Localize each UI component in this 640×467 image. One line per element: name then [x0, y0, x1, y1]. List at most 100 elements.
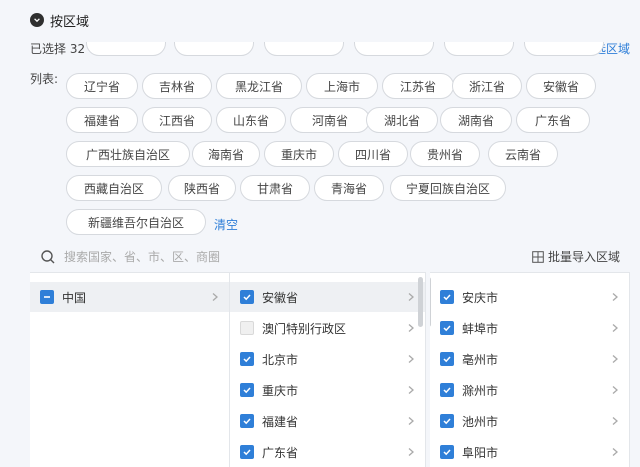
region-chip[interactable]: 新疆维吾尔自治区	[66, 209, 206, 235]
checkbox-checked[interactable]	[440, 414, 454, 428]
city-row[interactable]: 阜阳市	[430, 437, 629, 467]
region-chip[interactable]: 广西壮族自治区	[66, 141, 190, 167]
checkbox-checked[interactable]	[440, 445, 454, 459]
city-row[interactable]: 滁州市	[430, 375, 629, 405]
region-chip[interactable]: 海南省	[192, 141, 260, 167]
province-row[interactable]: 澳门特别行政区	[230, 313, 425, 343]
region-chip[interactable]: 湖南省	[440, 107, 512, 133]
region-chip[interactable]: 青海省	[314, 175, 384, 201]
chevron-right-icon	[408, 386, 414, 394]
region-chip[interactable]: 江西省	[142, 107, 212, 133]
province-row[interactable]: 广东省	[230, 437, 425, 467]
region-chip-hidden	[264, 42, 344, 56]
region-chip[interactable]: 上海市	[306, 73, 378, 99]
chevron-right-icon	[212, 293, 218, 301]
city-label: 池州市	[462, 414, 499, 429]
city-row[interactable]: 池州市	[430, 406, 629, 436]
province-label: 广东省	[262, 445, 299, 460]
province-label: 福建省	[262, 414, 299, 429]
province-label: 重庆市	[262, 383, 299, 398]
city-row[interactable]: 安庆市	[430, 282, 629, 312]
chevron-right-icon	[408, 355, 414, 363]
chevron-down-icon[interactable]	[30, 13, 44, 27]
province-label: 北京市	[262, 352, 299, 367]
region-chip-hidden	[86, 42, 166, 56]
chevron-right-icon	[408, 448, 414, 456]
batch-import-label: 批量导入区域	[547, 250, 620, 264]
city-label: 蚌埠市	[462, 321, 499, 336]
city-label: 安庆市	[462, 290, 499, 305]
province-row[interactable]: 北京市	[230, 344, 425, 374]
checkbox-checked[interactable]	[440, 383, 454, 397]
search-icon	[41, 250, 55, 264]
region-chip[interactable]: 江苏省	[382, 73, 454, 99]
region-chip[interactable]: 四川省	[338, 141, 408, 167]
checkbox-checked[interactable]	[440, 321, 454, 335]
search-input[interactable]	[64, 250, 404, 264]
chevron-right-icon	[408, 324, 414, 332]
batch-import-button[interactable]: 批量导入区域	[532, 248, 620, 265]
region-chip[interactable]: 宁夏回族自治区	[390, 175, 506, 201]
chevron-right-icon	[612, 355, 618, 363]
city-label: 亳州市	[462, 352, 499, 367]
region-chip[interactable]: 辽宁省	[66, 73, 138, 99]
region-chip[interactable]: 西藏自治区	[66, 175, 162, 201]
chevron-right-icon	[408, 293, 414, 301]
grid-icon	[532, 250, 544, 263]
region-chip[interactable]: 陕西省	[168, 175, 236, 201]
chevron-right-icon	[612, 324, 618, 332]
province-row[interactable]: 重庆市	[230, 375, 425, 405]
region-chip-hidden	[444, 42, 514, 56]
city-scrollbar[interactable]	[430, 277, 431, 327]
section-title: 按区域	[50, 14, 90, 30]
checkbox-checked[interactable]	[240, 352, 254, 366]
country-label: 中国	[62, 290, 87, 305]
region-chip[interactable]: 福建省	[66, 107, 138, 133]
city-label: 阜阳市	[462, 445, 499, 460]
region-chip[interactable]: 重庆市	[264, 141, 334, 167]
checkbox-indeterminate[interactable]	[40, 290, 54, 304]
selected-region-chips: 辽宁省 吉林省 黑龙江省 上海市 江苏省 浙江省 安徽省 福建省 江西省 山东省…	[64, 42, 640, 238]
city-column: 安庆市 蚌埠市 亳州市 滁州市 池州市 阜阳市	[430, 272, 630, 467]
clear-link[interactable]: 清空	[214, 216, 238, 233]
city-label: 滁州市	[462, 383, 499, 398]
section-header[interactable]: 按区域	[30, 10, 89, 30]
chevron-right-icon	[612, 448, 618, 456]
province-label: 安徽省	[262, 290, 299, 305]
region-chip[interactable]: 黑龙江省	[216, 73, 302, 99]
province-row[interactable]: 福建省	[230, 406, 425, 436]
checkbox-checked[interactable]	[240, 383, 254, 397]
checkbox-checked[interactable]	[240, 445, 254, 459]
region-chip[interactable]: 浙江省	[452, 73, 522, 99]
region-chip[interactable]: 甘肃省	[240, 175, 310, 201]
region-chip[interactable]: 吉林省	[142, 73, 212, 99]
region-chip[interactable]: 广东省	[516, 107, 590, 133]
city-row[interactable]: 亳州市	[430, 344, 629, 374]
checkbox-checked[interactable]	[440, 352, 454, 366]
country-column: 中国	[30, 272, 230, 467]
region-chip-hidden	[354, 42, 434, 56]
checkbox-checked[interactable]	[240, 290, 254, 304]
province-scrollbar[interactable]	[418, 277, 423, 327]
province-column: 安徽省 澳门特别行政区 北京市 重庆市 福建省 广东省	[230, 272, 426, 467]
province-row[interactable]: 安徽省	[230, 282, 425, 312]
checkbox-checked[interactable]	[440, 290, 454, 304]
checkbox-empty[interactable]	[240, 321, 254, 335]
city-row[interactable]: 蚌埠市	[430, 313, 629, 343]
checkbox-checked[interactable]	[240, 414, 254, 428]
chevron-right-icon	[612, 417, 618, 425]
region-chip[interactable]: 湖北省	[366, 107, 438, 133]
region-chip[interactable]: 云南省	[488, 141, 558, 167]
region-chip-hidden	[524, 42, 604, 56]
country-row-china[interactable]: 中国	[30, 282, 229, 312]
region-chip-hidden	[174, 42, 254, 56]
region-chip[interactable]: 贵州省	[410, 141, 480, 167]
region-chip[interactable]: 安徽省	[526, 73, 596, 99]
region-chip[interactable]: 河南省	[290, 107, 370, 133]
region-chip[interactable]: 山东省	[216, 107, 286, 133]
chevron-right-icon	[408, 417, 414, 425]
chevron-right-icon	[612, 293, 618, 301]
province-label: 澳门特别行政区	[262, 321, 347, 336]
list-label: 列表:	[30, 72, 59, 86]
chevron-right-icon	[612, 386, 618, 394]
